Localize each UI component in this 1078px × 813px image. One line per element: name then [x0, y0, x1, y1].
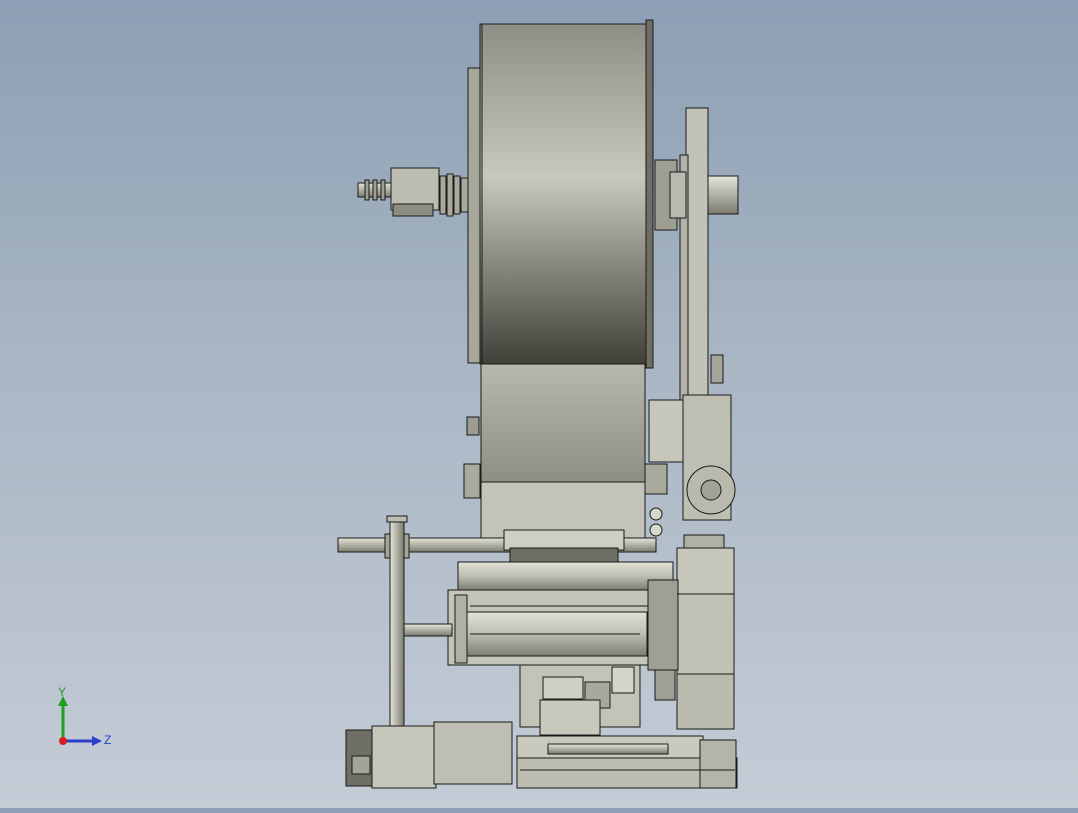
drum [479, 23, 649, 365]
stage-screw [547, 743, 669, 755]
right-housing-mid [676, 593, 735, 675]
column-boss-right [644, 463, 668, 495]
right-bracket-nut [710, 354, 724, 384]
lower-arm-link [654, 669, 676, 701]
spindle-clamp [392, 203, 434, 217]
right-housing-cap [683, 534, 725, 549]
spindle-spring-1 [439, 175, 447, 215]
spindle-groove-2 [372, 179, 378, 201]
y-axis-label: Y [58, 686, 66, 699]
spindle-groove-1 [364, 179, 370, 201]
stage-end-block [699, 739, 737, 789]
spindle-spring-3 [453, 175, 461, 215]
lower-connector [611, 666, 635, 694]
vertical-post [389, 515, 405, 729]
drum-flange-left [467, 67, 481, 364]
lower-column [539, 699, 601, 736]
right-mech-inner [648, 399, 684, 463]
vertical-post-cap [386, 515, 408, 523]
roller-side-plate [454, 594, 468, 664]
cad-viewport[interactable] [0, 0, 1078, 808]
right-knob-2 [649, 523, 663, 537]
origin-marker [59, 737, 67, 745]
sensor-block [542, 676, 584, 700]
right-arm-plate [685, 107, 709, 409]
z-axis-arrow [92, 736, 102, 746]
right-housing-top [676, 547, 735, 595]
bottom-motor-body [371, 725, 437, 789]
spindle-spring-4 [460, 177, 469, 213]
spindle-groove-3 [380, 179, 386, 201]
right-housing-bot [676, 673, 735, 730]
right-shaft [707, 175, 739, 215]
right-motor-hub [700, 479, 722, 501]
machine-assembly-side-view [337, 19, 739, 789]
z-axis-label: Z [104, 733, 111, 747]
upper-roller-shaft [457, 561, 674, 591]
drum-flange-right [645, 19, 654, 369]
tension-lever [399, 623, 453, 637]
bottom-motor-rear [433, 721, 513, 785]
main-column [480, 359, 646, 486]
right-knob-1 [649, 507, 663, 521]
coordinate-triad: Y Z [58, 686, 111, 747]
spindle-spring-2 [446, 173, 454, 217]
roller-end-plate [647, 579, 679, 671]
column-bolt-upper [466, 416, 480, 436]
right-hub-collar [669, 171, 687, 219]
bottom-motor-knob [351, 755, 371, 775]
column-boss-left [463, 463, 481, 499]
slide-plate [503, 529, 625, 551]
